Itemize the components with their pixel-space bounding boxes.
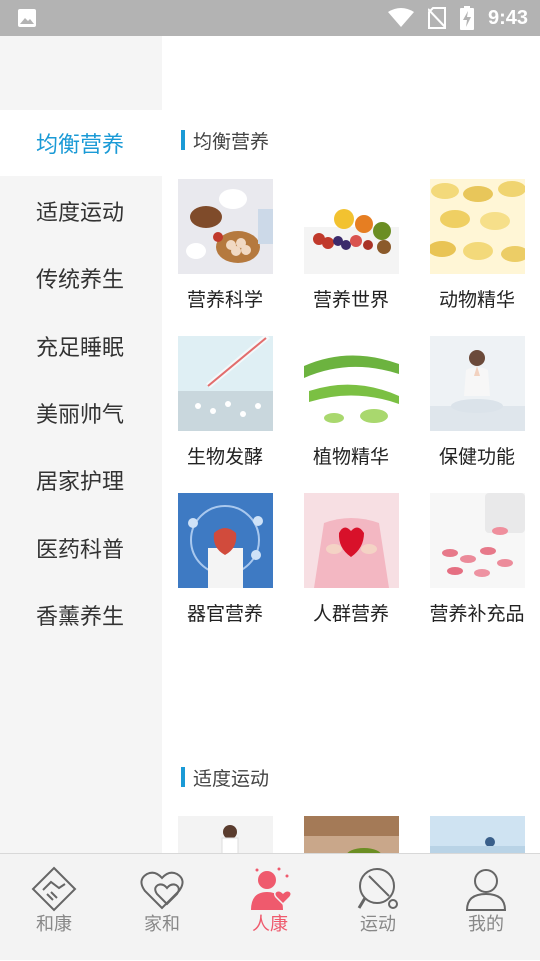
- ping-pong-icon: [357, 868, 398, 909]
- tile-label: 营养科学: [186, 289, 263, 311]
- category-content: 均衡营养 营养科学 营养世界 动物精华 生物发酵 植物精华 保健功能 器官营养 …: [162, 36, 540, 854]
- tile-label: 营养世界: [312, 289, 389, 311]
- tile-image-nutrition-world: [304, 179, 399, 274]
- tile-image-exercise-1: [178, 816, 273, 854]
- tile-nutrition-world[interactable]: 营养世界: [288, 179, 414, 312]
- nav-item-jiahe[interactable]: 家和: [108, 854, 216, 961]
- gallery-notification-icon: [18, 9, 36, 27]
- tile-plant-essence[interactable]: 植物精华: [288, 336, 414, 469]
- nav-label: 和康: [36, 914, 72, 935]
- tile-label: 保健功能: [438, 446, 515, 468]
- section-title-bar: [181, 767, 185, 787]
- tile-image-population-nutrition: [304, 493, 399, 588]
- status-bar: 9:43: [0, 0, 540, 36]
- tile-label: 器官营养: [186, 603, 263, 625]
- nav-label: 我的: [468, 914, 504, 935]
- tile-bio-fermentation[interactable]: 生物发酵: [162, 336, 288, 469]
- nav-label: 家和: [144, 914, 180, 935]
- sidebar-item-label: 医药科普: [36, 538, 125, 563]
- no-sim-icon: [427, 7, 446, 29]
- status-time: 9:43: [487, 6, 528, 29]
- sidebar-item-moderate-exercise[interactable]: 适度运动: [0, 178, 162, 244]
- tile-exercise-3[interactable]: [414, 816, 540, 854]
- tile-image-bio-fermentation: [178, 336, 273, 431]
- nav-item-hekang[interactable]: 和康: [0, 854, 108, 961]
- tile-nutritional-supplements[interactable]: 营养补充品: [414, 493, 540, 626]
- sidebar-item-aromatherapy[interactable]: 香薰养生: [0, 582, 162, 648]
- tile-label: 人群营养: [312, 603, 389, 625]
- sidebar-item-label: 适度运动: [36, 201, 125, 226]
- category-sidebar: 均衡营养 适度运动 传统养生 充足睡眠 美丽帅气 居家护理 医药科普 香薰养生: [0, 36, 162, 854]
- sidebar-item-medical-science[interactable]: 医药科普: [0, 515, 162, 581]
- tile-label: 生物发酵: [186, 446, 263, 468]
- sidebar-item-label: 美丽帅气: [36, 403, 125, 428]
- tile-image-animal-essence: [430, 179, 525, 274]
- tile-exercise-2[interactable]: [288, 816, 414, 854]
- section-title: 均衡营养: [181, 128, 270, 153]
- bottom-nav: 和康 家和 人康 运动 我的: [0, 853, 540, 960]
- person-heart-icon: [251, 867, 293, 910]
- sidebar-item-label: 均衡营养: [36, 133, 125, 158]
- tile-animal-essence[interactable]: 动物精华: [414, 179, 540, 312]
- nav-item-renkang[interactable]: 人康: [216, 854, 324, 961]
- sidebar-item-label: 居家护理: [36, 470, 125, 495]
- tile-image-nutritional-supplements: [430, 493, 525, 588]
- nav-label: 运动: [360, 914, 396, 935]
- tile-label: 营养补充品: [429, 603, 525, 625]
- tile-image-plant-essence: [304, 336, 399, 431]
- section-title-text: 适度运动: [193, 767, 270, 790]
- section-title-bar: [181, 130, 185, 150]
- sidebar-item-label: 传统养生: [36, 268, 125, 293]
- wifi-icon: [387, 8, 414, 27]
- tile-exercise-1[interactable]: [162, 816, 288, 854]
- tile-image-exercise-2: [304, 816, 399, 854]
- nav-item-wode[interactable]: 我的: [432, 854, 540, 961]
- sidebar-item-beauty[interactable]: 美丽帅气: [0, 380, 162, 446]
- tile-image-nutrition-science: [178, 179, 273, 274]
- tile-population-nutrition[interactable]: 人群营养: [288, 493, 414, 626]
- tile-organ-nutrition[interactable]: 器官营养: [162, 493, 288, 626]
- sidebar-item-sufficient-sleep[interactable]: 充足睡眠: [0, 313, 162, 379]
- nav-item-yundong[interactable]: 运动: [324, 854, 432, 961]
- nav-label: 人康: [252, 914, 288, 935]
- user-icon: [465, 869, 507, 911]
- tile-image-organ-nutrition: [178, 493, 273, 588]
- tile-nutrition-science[interactable]: 营养科学: [162, 179, 288, 312]
- double-heart-icon: [140, 871, 184, 910]
- sidebar-item-label: 香薰养生: [36, 605, 125, 630]
- section-title: 适度运动: [181, 765, 270, 790]
- tile-health-function[interactable]: 保健功能: [414, 336, 540, 469]
- tile-label: 动物精华: [438, 289, 515, 311]
- tile-image-exercise-3: [430, 816, 525, 854]
- sidebar-item-balanced-nutrition[interactable]: 均衡营养: [0, 110, 162, 176]
- section-title-text: 均衡营养: [193, 130, 270, 153]
- handshake-diamond-icon: [31, 866, 77, 912]
- battery-charging-icon: [459, 6, 474, 30]
- sidebar-item-home-care[interactable]: 居家护理: [0, 447, 162, 513]
- sidebar-item-traditional-wellness[interactable]: 传统养生: [0, 245, 162, 311]
- sidebar-item-label: 充足睡眠: [36, 336, 125, 361]
- tile-image-health-function: [430, 336, 525, 431]
- tile-label: 植物精华: [312, 446, 389, 468]
